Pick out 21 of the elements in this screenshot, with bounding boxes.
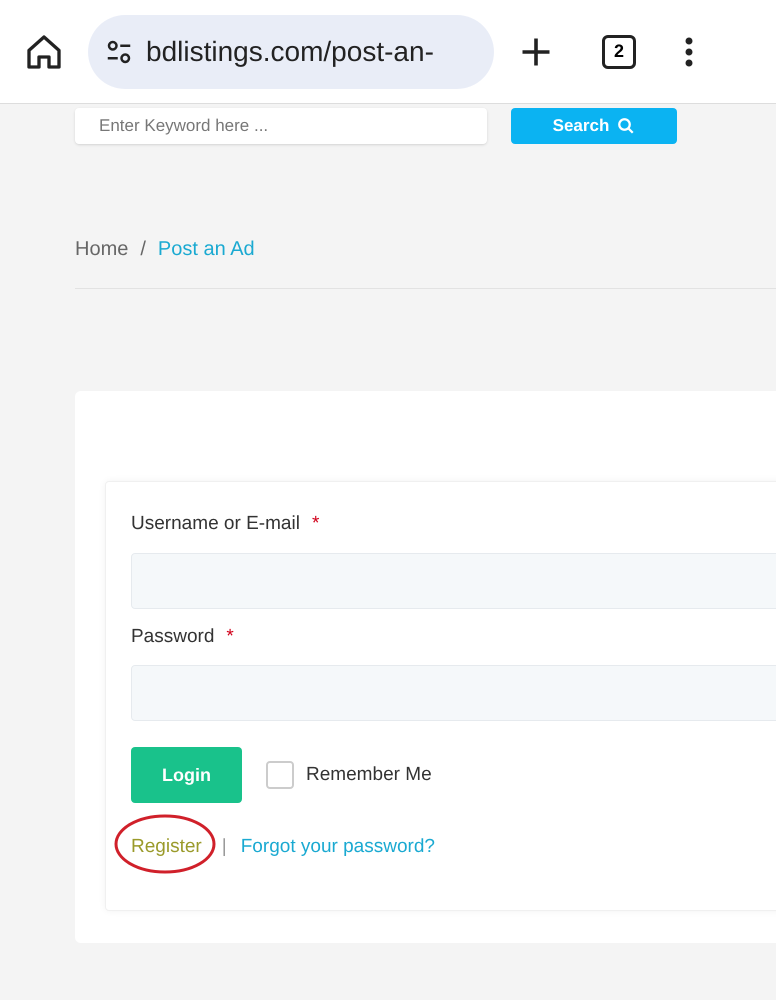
search-icon [617,117,636,135]
checkbox-label: Remember Me [306,762,432,787]
breadcrumb-separator: / [140,237,146,262]
search-button[interactable]: Search [511,108,677,144]
tab-count-button[interactable]: 2 [602,34,636,68]
required-mark: * [226,624,234,648]
field-label: Password [131,624,214,648]
remember-checkbox[interactable] [266,761,294,789]
address-bar[interactable]: bdlistings.com/post-an- [88,14,494,88]
forgot-password-link[interactable]: Forgot your password? [240,833,436,862]
link-separator: | [220,835,228,859]
text-field[interactable] [131,665,776,721]
breadcrumb-link[interactable]: Post an Ad [158,234,255,264]
keyword-field[interactable]: Enter Keyword here ... [75,108,487,144]
more-icon[interactable] [684,36,694,68]
url-text: bdlistings.com/post-an- [146,34,434,69]
required-mark: * [312,512,320,536]
breadcrumb-link[interactable]: Home [75,234,128,264]
login-button[interactable]: Login [131,747,242,803]
text-field[interactable] [131,552,776,608]
field-label: Username or E-mail [131,512,300,536]
